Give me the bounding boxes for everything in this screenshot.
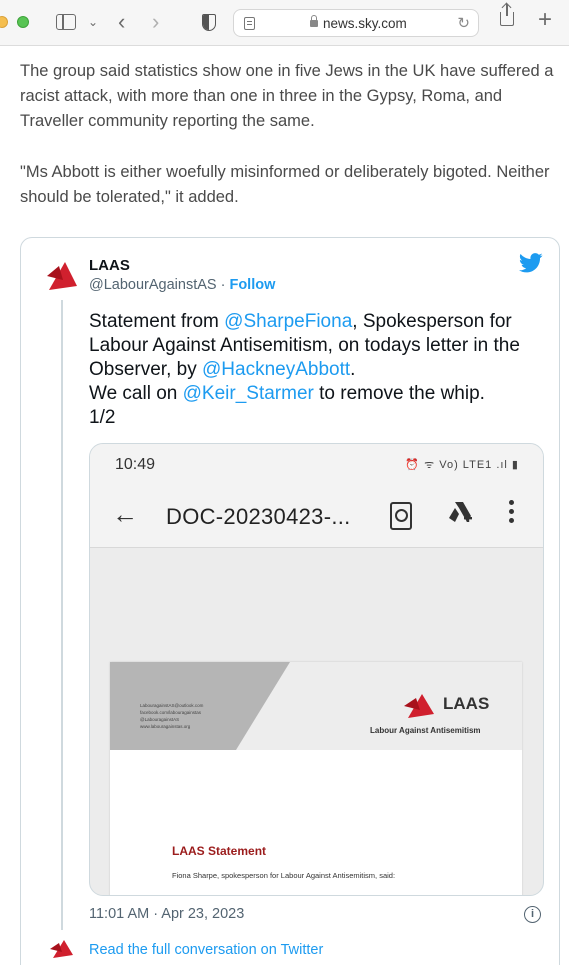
info-icon[interactable]: i xyxy=(524,906,541,923)
document-search-icon xyxy=(390,502,412,530)
sidebar-toggle-icon[interactable] xyxy=(56,14,76,30)
zoom-window-button[interactable] xyxy=(17,16,29,28)
add-to-drive-icon xyxy=(449,502,472,522)
article-paragraph: The group said statistics show one in fi… xyxy=(20,62,554,130)
read-conversation-link[interactable]: Read the full conversation on Twitter xyxy=(89,942,323,958)
thread-line xyxy=(61,300,63,930)
tweet-text-segment: to remove the whip. xyxy=(313,383,485,404)
lock-icon xyxy=(310,15,318,27)
phone-status-icons: ⏰ ᯤ Vo) LTE1 .ıl ▮ xyxy=(405,459,519,471)
chevron-down-icon[interactable]: ⌄ xyxy=(88,10,98,34)
tweet-media-image[interactable]: 10:49 ⏰ ᯤ Vo) LTE1 .ıl ▮ ← DOC-20230423-… xyxy=(89,443,544,896)
document-header: LabouragainstAS@outlook.com facebook.com… xyxy=(110,662,522,750)
page-menu-icon[interactable] xyxy=(244,17,255,30)
laas-logo-icon[interactable] xyxy=(49,938,75,960)
contact-line: LabouragainstAS@outlook.com xyxy=(140,703,204,708)
mention-link[interactable]: @HackneyAbbott xyxy=(202,359,350,380)
tweet-timestamp[interactable]: 11:01 AM · Apr 23, 2023 xyxy=(89,906,244,922)
document-text: Fiona Sharpe, spokesperson for Labour Ag… xyxy=(172,871,396,880)
reload-icon[interactable]: ↻ xyxy=(457,14,470,32)
contact-line: facebook.com/labouragainstas xyxy=(140,710,202,715)
forward-arrow-icon[interactable]: › xyxy=(152,10,159,34)
back-arrow-icon: ← xyxy=(112,499,138,529)
phone-status-bar: 10:49 ⏰ ᯤ Vo) LTE1 .ıl ▮ xyxy=(90,444,543,486)
contact-lines: LabouragainstAS@outlook.com facebook.com… xyxy=(140,702,203,730)
back-arrow-icon[interactable]: ‹ xyxy=(118,10,125,34)
tweet-text-segment: We call on xyxy=(89,383,183,404)
document-title: DOC-20230423-... xyxy=(166,504,351,529)
privacy-shield-icon[interactable] xyxy=(202,14,216,31)
more-vert-icon xyxy=(508,500,516,527)
document-heading: LAAS Statement xyxy=(172,844,267,858)
embedded-tweet: LAAS @LabourAgainstAS · Follow Statement… xyxy=(20,237,560,965)
article-paragraph: "Ms Abbott is either woefully misinforme… xyxy=(20,163,550,206)
document-page: LabouragainstAS@outlook.com facebook.com… xyxy=(110,662,522,895)
tweet-text: Statement from @SharpeFiona, Spokesperso… xyxy=(89,310,549,430)
document-brand: LAAS xyxy=(443,694,490,713)
url-text: news.sky.com xyxy=(323,16,407,31)
tweet-handle[interactable]: @LabourAgainstAS xyxy=(89,277,217,293)
phone-app-bar: ← DOC-20230423-... xyxy=(90,486,543,548)
phone-time: 10:49 xyxy=(115,456,156,473)
minimize-window-button[interactable] xyxy=(0,16,8,28)
twitter-bird-icon[interactable] xyxy=(519,252,543,274)
browser-toolbar: ⌄ ‹ › news.sky.com ↻ + xyxy=(0,0,569,46)
contact-line: www.labouragainstas.org xyxy=(140,724,191,729)
separator: · xyxy=(216,277,230,293)
contact-line: @LabouragainstAS xyxy=(140,717,180,722)
new-tab-icon[interactable]: + xyxy=(538,8,552,32)
follow-link[interactable]: Follow xyxy=(229,277,275,293)
tweet-author-name[interactable]: LAAS xyxy=(89,257,130,274)
mention-link[interactable]: @Keir_Starmer xyxy=(183,383,314,404)
tweet-handle-row: @LabourAgainstAS · Follow xyxy=(89,277,275,293)
share-icon[interactable] xyxy=(500,4,514,26)
mention-link[interactable]: @SharpeFiona xyxy=(224,311,352,332)
thread-count: 1/2 xyxy=(89,407,116,428)
document-brand-subtitle: Labour Against Antisemitism xyxy=(370,726,481,735)
tweet-text-segment: Statement from xyxy=(89,311,225,332)
laas-logo-icon xyxy=(404,694,434,718)
address-bar[interactable]: news.sky.com ↻ xyxy=(233,9,479,37)
tweet-text-segment: . xyxy=(350,359,356,380)
laas-logo-icon[interactable] xyxy=(43,256,81,294)
